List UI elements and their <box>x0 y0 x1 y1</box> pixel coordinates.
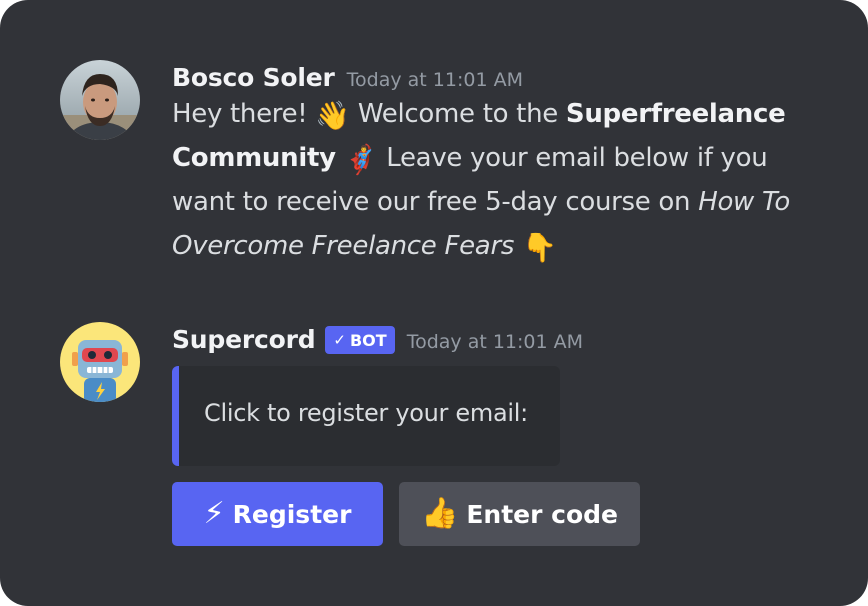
username[interactable]: Bosco Soler <box>172 63 335 92</box>
chat-panel: Bosco Soler Today at 11:01 AM Hey there!… <box>0 0 868 606</box>
register-button-label: Register <box>232 499 352 529</box>
message-text-part: Hey there! <box>172 99 308 129</box>
username[interactable]: Supercord <box>172 325 316 354</box>
waving-hand-icon: 👋 <box>315 99 350 132</box>
message-text: Hey there! 👋 Welcome to the Superfreelan… <box>172 92 828 268</box>
message-header: Bosco Soler Today at 11:01 AM <box>172 63 828 92</box>
enter-code-button[interactable]: 👍 Enter code <box>399 482 640 546</box>
enter-code-button-label: Enter code <box>466 499 619 529</box>
bot-badge-label: BOT <box>349 330 387 350</box>
message-text-part: Welcome to the <box>349 99 566 129</box>
timestamp[interactable]: Today at 11:01 AM <box>347 69 523 91</box>
verified-check-icon: ✓ <box>333 331 346 349</box>
message-header: Supercord ✓ BOT Today at 11:01 AM <box>172 325 828 357</box>
embed-description: Click to register your email: <box>204 399 528 427</box>
message-content: Supercord ✓ BOT Today at 11:01 AM <box>172 325 828 357</box>
embed: Click to register your email: <box>172 366 560 466</box>
lightning-icon: ⚡ <box>203 496 225 531</box>
bot-badge: ✓ BOT <box>325 326 395 354</box>
superhero-icon: 🦸‍♂️ <box>343 143 379 176</box>
register-button[interactable]: ⚡ Register <box>172 482 383 546</box>
embed-accent-bar <box>172 366 179 466</box>
message-content: Bosco Soler Today at 11:01 AM Hey there!… <box>172 63 828 268</box>
pointing-down-icon: 👇 <box>522 231 557 264</box>
avatar-supercord[interactable] <box>60 322 140 402</box>
timestamp[interactable]: Today at 11:01 AM <box>407 331 583 353</box>
robot-icon <box>60 322 140 402</box>
avatar-bosco[interactable] <box>60 60 140 140</box>
thumbs-up-icon: 👍 <box>420 496 459 531</box>
user-photo-icon <box>60 60 140 140</box>
